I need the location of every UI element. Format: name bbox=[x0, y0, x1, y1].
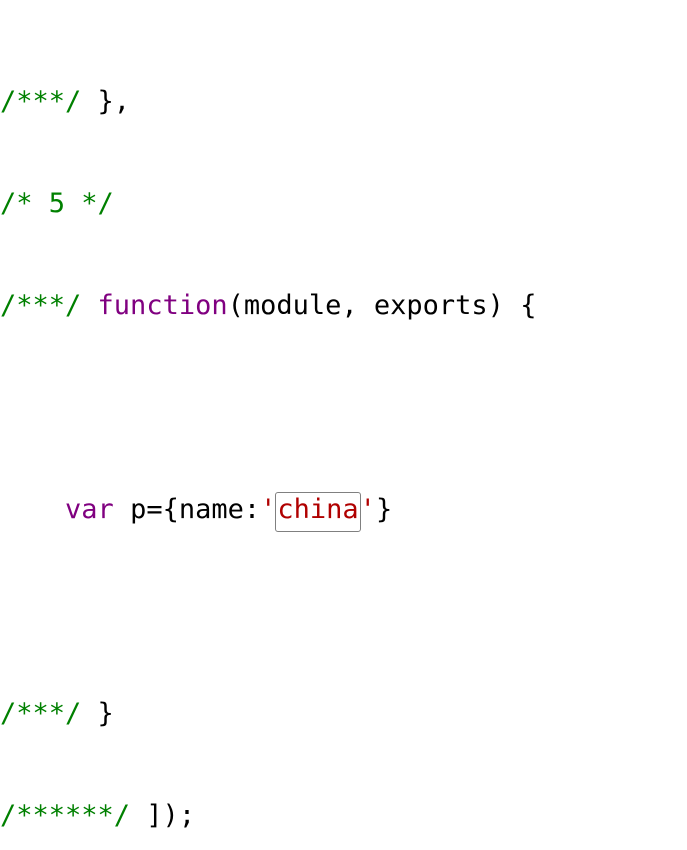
code-line-5: var p={name:'china'} bbox=[0, 490, 687, 532]
code-line-8: /******/ ]); bbox=[0, 796, 687, 836]
code-text: }, bbox=[81, 86, 131, 117]
string-quote-open: ' bbox=[260, 494, 277, 525]
code-text: (module, exports) { bbox=[227, 290, 537, 321]
code-line-2: /* 5 */ bbox=[0, 184, 687, 224]
code-line-7: /***/ } bbox=[0, 694, 687, 734]
code-text: p={name: bbox=[113, 494, 261, 525]
code-line-6-blank bbox=[0, 592, 687, 632]
code-line-4-blank bbox=[0, 388, 687, 428]
code-text: ]); bbox=[130, 800, 196, 831]
keyword-token: function bbox=[97, 290, 228, 321]
code-text: } bbox=[81, 698, 114, 729]
comment-token: /***/ bbox=[0, 698, 82, 729]
code-line-1: /***/ }, bbox=[0, 82, 687, 122]
comment-token: /******/ bbox=[0, 800, 131, 831]
comment-token: /***/ bbox=[0, 86, 82, 117]
highlighted-string-selection[interactable]: china bbox=[275, 492, 361, 532]
code-editor[interactable]: /***/ }, /* 5 */ /***/ function(module, … bbox=[0, 20, 687, 831]
code-line-3: /***/ function(module, exports) { bbox=[0, 286, 687, 326]
comment-token: /***/ bbox=[0, 290, 82, 321]
code-text: } bbox=[375, 494, 393, 525]
keyword-token: var bbox=[65, 494, 114, 525]
comment-token: /* 5 */ bbox=[0, 188, 114, 219]
string-quote-close: ' bbox=[359, 494, 376, 525]
